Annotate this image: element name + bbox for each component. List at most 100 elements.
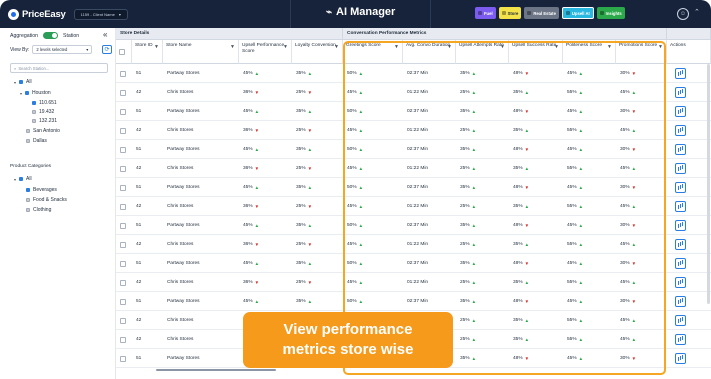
checkbox[interactable] bbox=[120, 108, 126, 115]
table-row[interactable]: 51Partway Stores45%▲35%▲50%▲02:37 Min35%… bbox=[116, 292, 711, 311]
checkbox[interactable] bbox=[26, 129, 30, 133]
view-chart-icon[interactable] bbox=[675, 296, 686, 307]
checkbox[interactable] bbox=[120, 298, 126, 305]
view-chart-icon[interactable] bbox=[675, 87, 686, 98]
category-all[interactable]: ▾ All bbox=[14, 176, 32, 182]
row-checkbox[interactable] bbox=[116, 83, 132, 102]
row-checkbox[interactable] bbox=[116, 140, 132, 159]
checkbox[interactable] bbox=[120, 222, 126, 229]
filter-icon[interactable]: ▼ bbox=[230, 44, 235, 50]
refresh-icon[interactable]: ⟳ bbox=[102, 45, 112, 54]
checkbox[interactable] bbox=[120, 184, 126, 191]
tree-item-dallas[interactable]: Dallas bbox=[26, 138, 47, 144]
filter-icon[interactable]: ▼ bbox=[500, 44, 505, 50]
row-checkbox[interactable] bbox=[116, 349, 132, 368]
tree-item-station[interactable]: 19.432 bbox=[32, 109, 54, 115]
table-row[interactable]: 51Partway Stores45%▲35%▲50%▲02:37 Min35%… bbox=[116, 216, 711, 235]
column-header-greetings[interactable]: Greetings Score ▼ bbox=[343, 40, 403, 64]
column-header-upsell-performance[interactable]: Upsell Performance Score ▼ bbox=[239, 40, 292, 64]
checkbox[interactable] bbox=[120, 336, 126, 343]
table-row[interactable]: 51Partway Stores45%▲35%▲50%▲02:37 Min35%… bbox=[116, 64, 711, 83]
view-chart-icon[interactable] bbox=[675, 106, 686, 117]
checkbox[interactable] bbox=[120, 165, 126, 172]
checkbox[interactable] bbox=[120, 317, 126, 324]
column-header-avg-convo[interactable]: Avg. Convo Duration ▼ bbox=[403, 40, 456, 64]
checkbox[interactable] bbox=[120, 279, 126, 286]
tab-store[interactable]: Store bbox=[498, 7, 522, 19]
view-chart-icon[interactable] bbox=[675, 258, 686, 269]
column-header-upsell-success[interactable]: Upsell Success Rate ▼ bbox=[509, 40, 563, 64]
filter-icon[interactable]: ▼ bbox=[554, 44, 559, 50]
tab-upsell-ai[interactable]: Upsell AI bbox=[561, 7, 594, 19]
category-item[interactable]: Food & Snacks bbox=[26, 197, 67, 203]
select-all-checkbox[interactable] bbox=[119, 49, 125, 55]
table-row[interactable]: 42Chris Stores36%▼25%▼45%▲01:22 Min25%▲3… bbox=[116, 121, 711, 140]
column-header-loyalty[interactable]: Loyalty Conversion ▼ bbox=[292, 40, 343, 64]
view-chart-icon[interactable] bbox=[675, 144, 686, 155]
filter-icon[interactable]: ▼ bbox=[154, 44, 159, 50]
view-chart-icon[interactable] bbox=[675, 125, 686, 136]
view-chart-icon[interactable] bbox=[675, 163, 686, 174]
tab-fuel[interactable]: Fuel bbox=[475, 7, 496, 19]
checkbox[interactable] bbox=[120, 203, 126, 210]
user-avatar-icon[interactable]: ☺ bbox=[677, 8, 689, 20]
table-row[interactable]: 51Partway Stores45%▲35%▲50%▲02:37 Min35%… bbox=[116, 254, 711, 273]
tree-item-station[interactable]: 132.231 bbox=[32, 118, 57, 124]
aggregation-toggle[interactable] bbox=[42, 32, 58, 39]
column-header-store-name[interactable]: Store Name ▼ bbox=[163, 40, 239, 64]
tree-item-station[interactable]: 110.651 bbox=[32, 100, 57, 106]
column-header-store-id[interactable]: Store ID ▼ bbox=[132, 40, 163, 64]
view-chart-icon[interactable] bbox=[675, 315, 686, 326]
filter-icon[interactable]: ▼ bbox=[447, 44, 452, 50]
view-by-select[interactable]: 2 levels selected ▾ bbox=[32, 45, 93, 54]
row-checkbox[interactable] bbox=[116, 292, 132, 311]
checkbox[interactable] bbox=[26, 139, 30, 143]
table-row[interactable]: 42Chris Stores36%▼25%▼45%▲01:22 Min25%▲3… bbox=[116, 83, 711, 102]
filter-icon[interactable]: ▼ bbox=[658, 44, 663, 50]
checkbox[interactable] bbox=[120, 146, 126, 153]
checkbox[interactable] bbox=[32, 110, 36, 114]
tab-real-estate[interactable]: Real Estate bbox=[524, 7, 559, 19]
collapse-sidebar-icon[interactable]: « bbox=[103, 30, 107, 39]
tree-item-san-antonio[interactable]: San Antonio bbox=[26, 128, 60, 134]
category-item[interactable]: Beverages bbox=[26, 187, 57, 193]
checkbox[interactable] bbox=[19, 80, 24, 84]
row-checkbox[interactable] bbox=[116, 64, 132, 83]
row-checkbox[interactable] bbox=[116, 216, 132, 235]
row-checkbox[interactable] bbox=[116, 178, 132, 197]
table-row[interactable]: 51Partway Stores45%▲35%▲50%▲02:37 Min35%… bbox=[116, 178, 711, 197]
horizontal-scrollbar[interactable] bbox=[156, 369, 276, 371]
checkbox[interactable] bbox=[19, 177, 24, 181]
checkbox[interactable] bbox=[120, 355, 126, 362]
view-chart-icon[interactable] bbox=[675, 220, 686, 231]
checkbox[interactable] bbox=[32, 119, 36, 123]
table-row[interactable]: 42Chris Stores36%▼25%▼45%▲01:22 Min25%▲3… bbox=[116, 197, 711, 216]
filter-icon[interactable]: ▼ bbox=[394, 44, 399, 50]
table-row[interactable]: 42Chris Stores36%▼25%▼45%▲01:22 Min25%▲3… bbox=[116, 273, 711, 292]
station-search-input[interactable]: ⌕ Search Station... bbox=[10, 63, 108, 73]
column-header-promotions[interactable]: Promotions Score ▼ bbox=[616, 40, 667, 64]
view-chart-icon[interactable] bbox=[675, 277, 686, 288]
checkbox[interactable] bbox=[120, 127, 126, 134]
vertical-scrollbar[interactable] bbox=[707, 64, 710, 304]
row-checkbox[interactable] bbox=[116, 121, 132, 140]
filter-icon[interactable]: ▼ bbox=[283, 44, 288, 50]
category-item[interactable]: Clothing bbox=[26, 207, 51, 213]
tree-item-all[interactable]: ▾ All bbox=[14, 79, 32, 85]
table-row[interactable]: 51Partway Stores45%▲35%▲50%▲02:37 Min35%… bbox=[116, 140, 711, 159]
checkbox[interactable] bbox=[26, 208, 30, 212]
view-chart-icon[interactable] bbox=[675, 201, 686, 212]
view-chart-icon[interactable] bbox=[675, 239, 686, 250]
table-row[interactable]: 42Chris Stores36%▼25%▼45%▲01:22 Min25%▲3… bbox=[116, 159, 711, 178]
checkbox[interactable] bbox=[120, 260, 126, 267]
column-header-upsell-attempts[interactable]: Upsell Attempts Rate ▼ bbox=[456, 40, 509, 64]
checkbox[interactable] bbox=[26, 198, 30, 202]
row-checkbox[interactable] bbox=[116, 311, 132, 330]
filter-icon[interactable]: ▼ bbox=[334, 44, 339, 50]
checkbox[interactable] bbox=[25, 91, 30, 95]
tree-item-houston[interactable]: ▾ Houston bbox=[20, 90, 51, 96]
client-select[interactable]: 1159 - Client Name ▾ bbox=[73, 8, 128, 20]
row-checkbox[interactable] bbox=[116, 102, 132, 121]
view-chart-icon[interactable] bbox=[675, 353, 686, 364]
view-chart-icon[interactable] bbox=[675, 334, 686, 345]
